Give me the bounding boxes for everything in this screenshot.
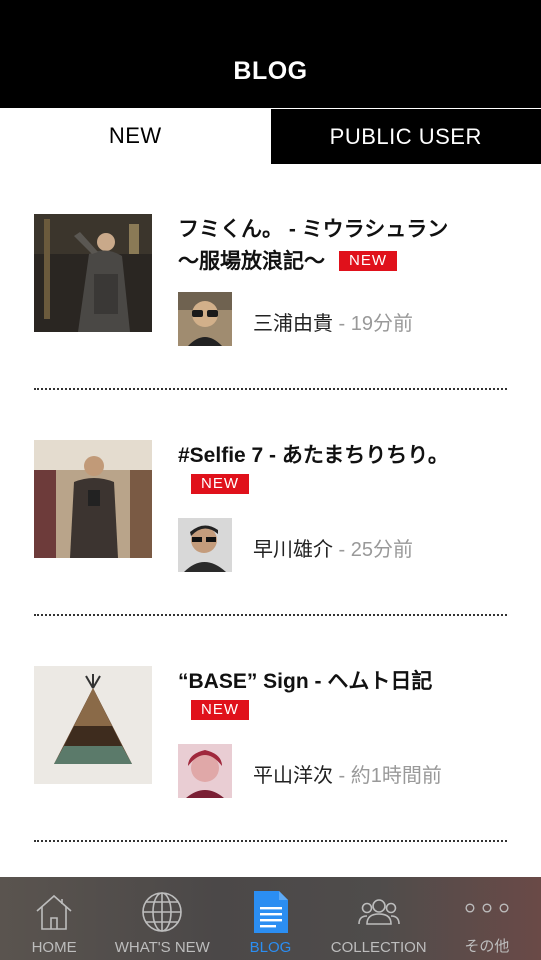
tabbar-home[interactable]: HOME: [0, 877, 108, 960]
author-line: 三浦由貴 - 19分前: [253, 307, 413, 336]
blog-feed: フミくん。 - ミウラシュラン 〜服場放浪記〜 NEW 三浦由貴 - 19分前: [0, 164, 541, 842]
post-title[interactable]: “BASE” Sign - ヘムト日記 NEW: [178, 666, 508, 720]
separator: -: [333, 539, 351, 561]
post-title-line: #Selfie 7 - あたまちりちり。: [178, 444, 449, 467]
globe-icon: [139, 889, 185, 935]
tabbar-blog[interactable]: BLOG: [216, 877, 324, 960]
divider: [34, 840, 507, 842]
post-title-line: フミくん。 - ミウラシュラン: [178, 218, 449, 241]
time-ago: 19分前: [350, 313, 414, 335]
new-badge: NEW: [191, 474, 249, 494]
avatar[interactable]: [178, 744, 232, 798]
separator: -: [333, 313, 351, 335]
separator: -: [333, 765, 351, 787]
segment-tabs: NEW PUBLIC USER: [0, 108, 541, 164]
nav-bar: BLOG: [0, 40, 541, 108]
tab-new[interactable]: NEW: [0, 108, 271, 164]
post-title-line: 〜服場放浪記〜: [178, 250, 325, 273]
time-ago: 25分前: [350, 539, 414, 561]
new-badge: NEW: [339, 251, 397, 271]
document-icon: [248, 889, 294, 935]
tabbar-label: WHAT'S NEW: [114, 939, 210, 956]
post-title[interactable]: #Selfie 7 - あたまちりちり。 NEW: [178, 440, 508, 494]
status-bar: [0, 0, 541, 40]
new-badge: NEW: [191, 700, 249, 720]
author-name[interactable]: 平山洋次: [253, 765, 333, 787]
more-dots-icon: [464, 885, 510, 931]
tabbar-more[interactable]: その他: [433, 877, 541, 960]
post-thumbnail[interactable]: [34, 440, 152, 558]
bottom-tab-bar: HOME WHAT'S NEW BLOG COLLECTION その他: [0, 877, 541, 960]
author-line: 平山洋次 - 約1時間前: [253, 759, 442, 788]
tabbar-collection[interactable]: COLLECTION: [325, 877, 433, 960]
post-thumbnail[interactable]: [34, 214, 152, 332]
author-name[interactable]: 早川雄介: [253, 539, 333, 561]
tabbar-label: COLLECTION: [330, 939, 427, 956]
tabbar-label: BLOG: [249, 939, 292, 956]
post-thumbnail[interactable]: [34, 666, 152, 784]
home-icon: [31, 889, 77, 935]
avatar[interactable]: [178, 292, 232, 346]
author-name[interactable]: 三浦由貴: [253, 313, 333, 335]
tabbar-label: その他: [464, 938, 510, 955]
page-title: BLOG: [233, 56, 308, 85]
post-title[interactable]: フミくん。 - ミウラシュラン 〜服場放浪記〜 NEW: [178, 214, 508, 278]
list-item[interactable]: フミくん。 - ミウラシュラン 〜服場放浪記〜 NEW 三浦由貴 - 19分前: [0, 164, 541, 390]
time-ago: 約1時間前: [350, 765, 442, 787]
tab-public-user[interactable]: PUBLIC USER: [270, 108, 541, 164]
author-line: 早川雄介 - 25分前: [253, 533, 413, 562]
tabbar-whats-new[interactable]: WHAT'S NEW: [108, 877, 216, 960]
list-item[interactable]: “BASE” Sign - ヘムト日記 NEW 平山洋次 - 約1時間前: [0, 616, 541, 842]
people-icon: [356, 889, 402, 935]
post-title-line: “BASE” Sign - ヘムト日記: [178, 670, 433, 693]
list-item[interactable]: #Selfie 7 - あたまちりちり。 NEW 早川雄介 - 25分前: [0, 390, 541, 616]
tabbar-label: HOME: [31, 939, 77, 956]
avatar[interactable]: [178, 518, 232, 572]
